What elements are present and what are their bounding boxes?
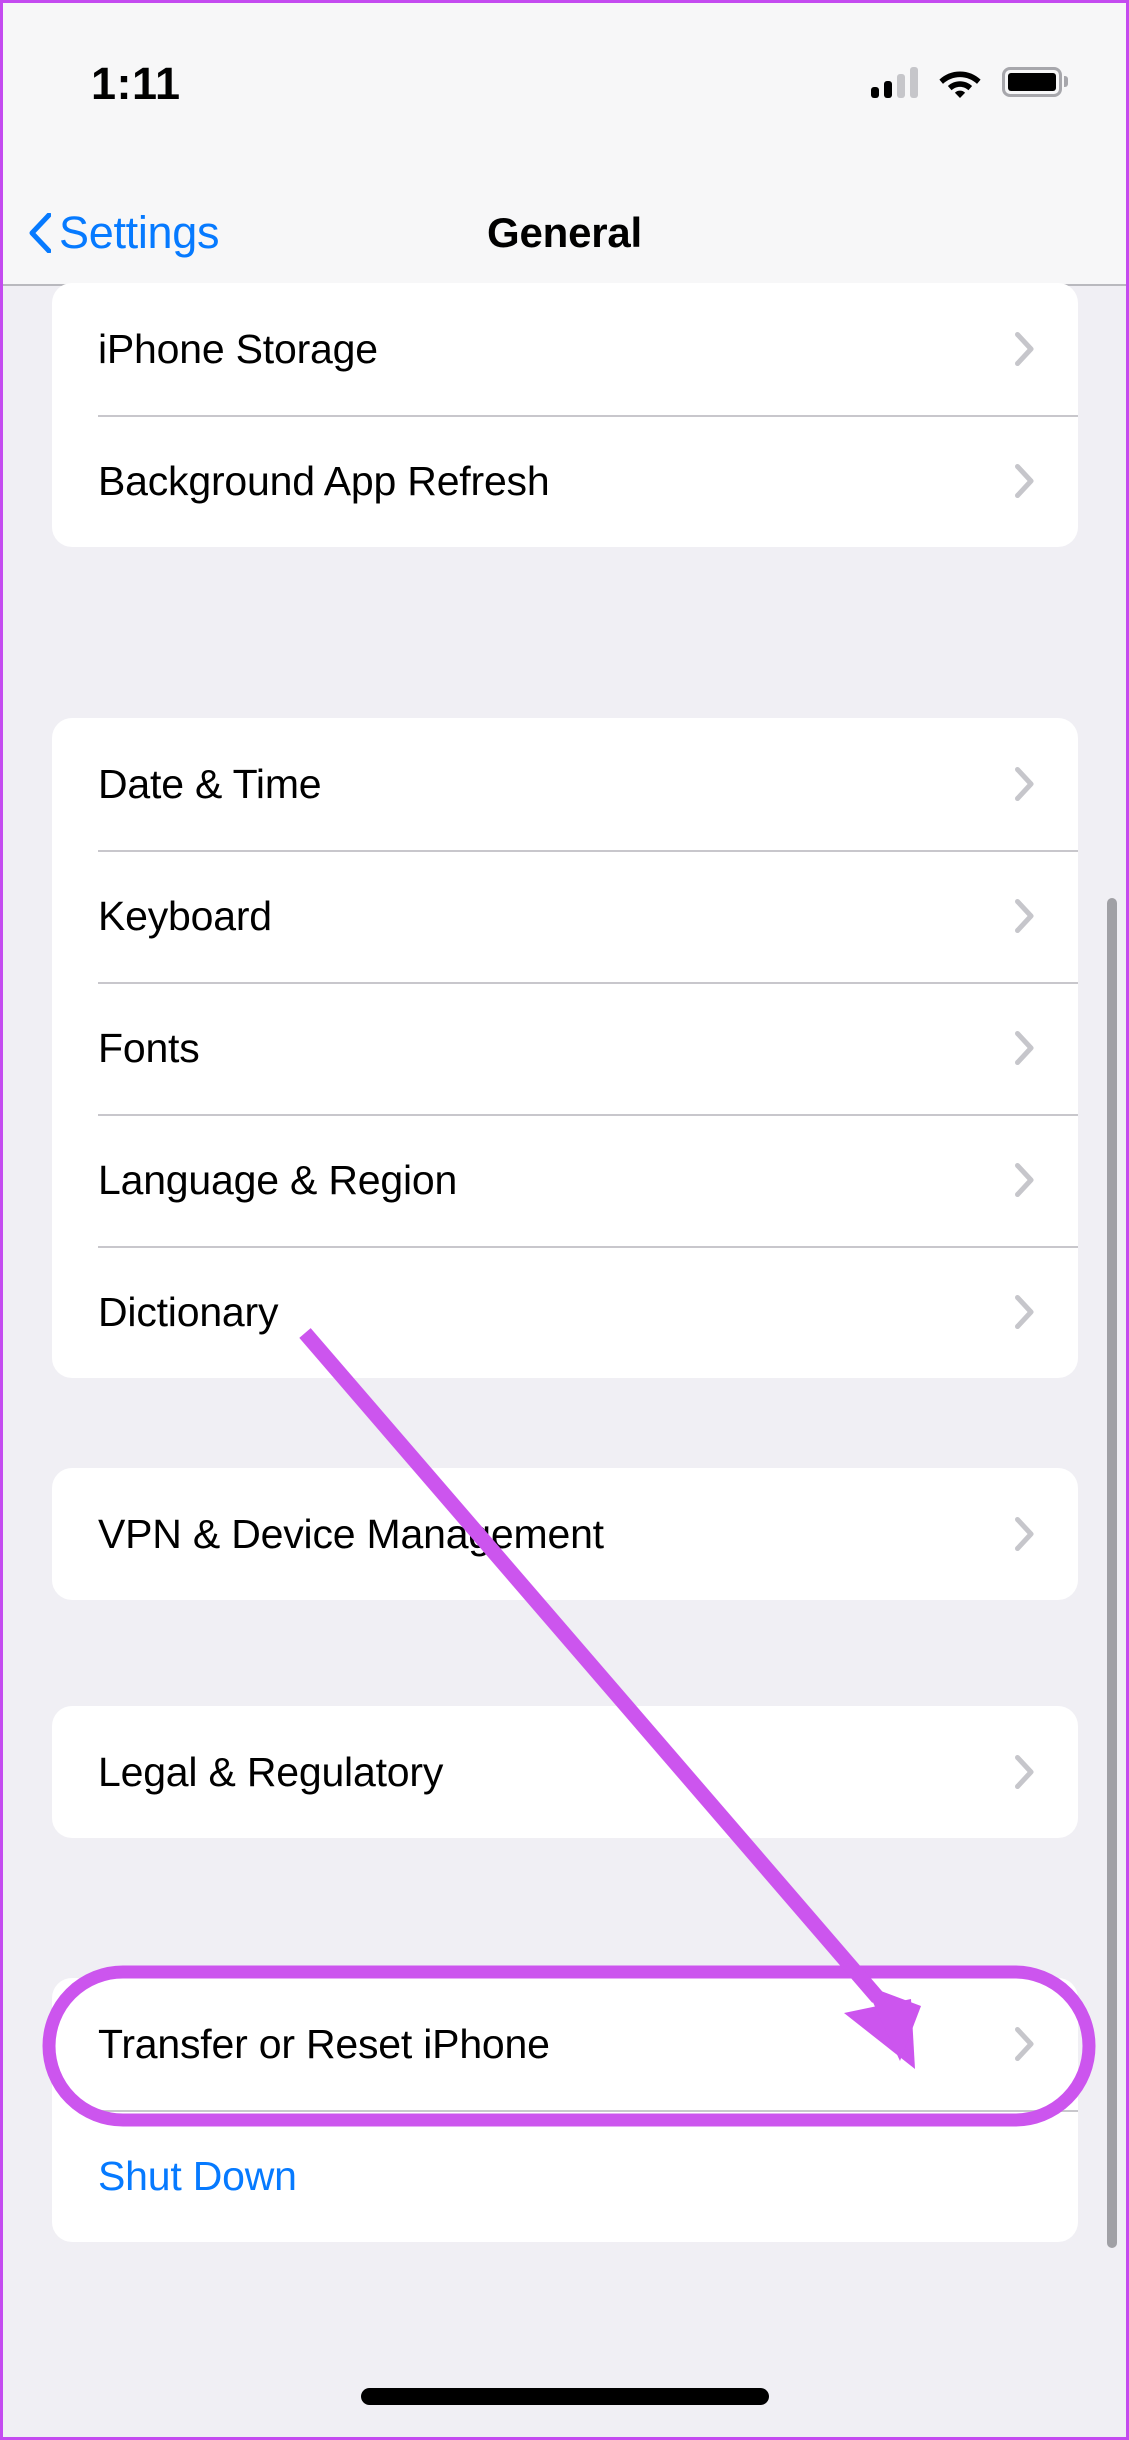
settings-group-legal: Legal & Regulatory	[52, 1706, 1078, 1838]
chevron-right-icon	[1015, 1031, 1034, 1065]
cellular-signal-icon	[871, 66, 918, 98]
status-bar: 1:11	[3, 3, 1126, 181]
chevron-right-icon	[1015, 464, 1034, 498]
settings-row-label: Legal & Regulatory	[98, 1748, 444, 1795]
settings-row-label: Date & Time	[98, 760, 322, 807]
vertical-scrollbar[interactable]	[1107, 898, 1117, 2248]
page-title: General	[486, 208, 642, 256]
settings-row-dictionary[interactable]: Dictionary	[52, 1246, 1078, 1378]
settings-group-localization: Date & Time Keyboard Fonts Language & Re…	[52, 718, 1078, 1378]
navigation-bar: Settings General	[3, 181, 1126, 286]
settings-row-label: Language & Region	[98, 1156, 458, 1203]
settings-row-label: Shut Down	[98, 2152, 297, 2199]
settings-row-keyboard[interactable]: Keyboard	[52, 850, 1078, 982]
settings-row-shut-down[interactable]: Shut Down	[52, 2110, 1078, 2242]
settings-group-vpn: VPN & Device Management	[52, 1468, 1078, 1600]
settings-row-label: Dictionary	[98, 1288, 279, 1335]
wifi-icon	[939, 71, 981, 98]
chevron-right-icon	[1015, 1295, 1034, 1329]
home-indicator-bar[interactable]	[360, 2388, 769, 2405]
settings-row-label: Transfer or Reset iPhone	[98, 2020, 550, 2067]
settings-row-iphone-storage[interactable]: iPhone Storage	[52, 283, 1078, 415]
settings-row-label: iPhone Storage	[98, 325, 378, 372]
chevron-right-icon	[1015, 1163, 1034, 1197]
battery-icon	[1002, 66, 1068, 97]
iphone-screen: 1:11 Settings General iPhone Storage Bac…	[0, 0, 1129, 2440]
settings-row-transfer-or-reset-iphone[interactable]: Transfer or Reset iPhone	[52, 1978, 1078, 2110]
settings-row-vpn-device-management[interactable]: VPN & Device Management	[52, 1468, 1078, 1600]
settings-row-fonts[interactable]: Fonts	[52, 982, 1078, 1114]
settings-row-background-app-refresh[interactable]: Background App Refresh	[52, 415, 1078, 547]
settings-row-label: Keyboard	[98, 892, 272, 939]
settings-group-reset: Transfer or Reset iPhone Shut Down	[52, 1978, 1078, 2242]
settings-row-label: VPN & Device Management	[98, 1510, 604, 1557]
settings-row-date-time[interactable]: Date & Time	[52, 718, 1078, 850]
settings-scroll-view[interactable]: iPhone Storage Background App Refresh Da…	[3, 283, 1126, 2437]
chevron-right-icon	[1015, 1517, 1034, 1551]
settings-group-storage: iPhone Storage Background App Refresh	[52, 283, 1078, 547]
chevron-right-icon	[1015, 1755, 1034, 1789]
settings-row-legal-regulatory[interactable]: Legal & Regulatory	[52, 1706, 1078, 1838]
status-bar-time: 1:11	[91, 58, 181, 109]
chevron-right-icon	[1015, 767, 1034, 801]
status-bar-icons	[871, 61, 1068, 98]
settings-row-label: Background App Refresh	[98, 457, 550, 504]
chevron-right-icon	[1015, 2027, 1034, 2061]
chevron-right-icon	[1015, 332, 1034, 366]
settings-row-language-region[interactable]: Language & Region	[52, 1114, 1078, 1246]
settings-row-label: Fonts	[98, 1024, 200, 1071]
chevron-right-icon	[1015, 899, 1034, 933]
